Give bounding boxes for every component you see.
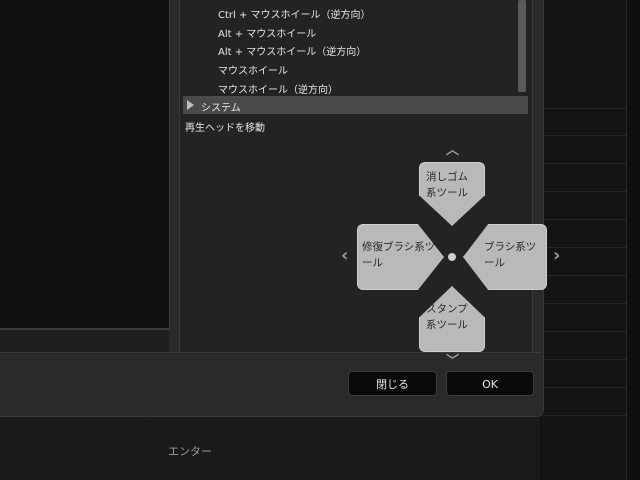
list-item[interactable]: マウスホイール — [218, 62, 288, 77]
ok-button[interactable]: OK — [446, 371, 534, 396]
background-divider — [540, 135, 640, 136]
list-item[interactable]: Alt + マウスホイール — [218, 25, 316, 40]
background-divider — [540, 219, 640, 220]
background-divider — [540, 163, 640, 164]
background-divider — [540, 275, 640, 276]
background-panel — [540, 0, 640, 480]
chevron-down-icon: ﹀ — [446, 354, 460, 369]
background-enter-label: エンター — [168, 445, 212, 458]
close-button[interactable]: 閉じる — [348, 371, 437, 396]
action-label[interactable]: 再生ヘッドを移動 — [185, 119, 265, 134]
list-item[interactable]: マウスホイール（逆方向） — [218, 81, 338, 96]
category-label: システム — [201, 103, 241, 114]
dpad-up-label: 消しゴム系ツール — [426, 171, 468, 199]
chevron-left-icon: ‹ — [341, 245, 349, 266]
background-divider — [540, 331, 640, 332]
chevron-up-icon: ︿ — [446, 143, 460, 158]
dpad-down-label: スタンプ系ツール — [426, 303, 468, 331]
dpad-right-label: ブラシ系ツール — [484, 241, 537, 269]
left-panel — [0, 0, 170, 330]
background-scrollbar — [626, 0, 640, 480]
list-item[interactable]: Alt + マウスホイール（逆方向） — [218, 43, 366, 58]
dpad-left-label: 修復ブラシ系ツール — [362, 241, 436, 269]
list-item[interactable]: Ctrl + マウスホイール（逆方向） — [218, 6, 371, 21]
background-divider — [540, 303, 640, 304]
dpad-center-dot — [448, 253, 456, 261]
list-scrollbar[interactable] — [518, 0, 526, 92]
background-divider — [540, 359, 640, 360]
chevron-right-icon: › — [553, 245, 561, 266]
background-divider — [540, 415, 640, 416]
left-panel-footer — [0, 330, 169, 352]
background-divider — [540, 387, 640, 388]
background-divider — [540, 108, 640, 109]
expand-triangle-icon[interactable] — [187, 100, 194, 110]
background-divider — [540, 191, 640, 192]
